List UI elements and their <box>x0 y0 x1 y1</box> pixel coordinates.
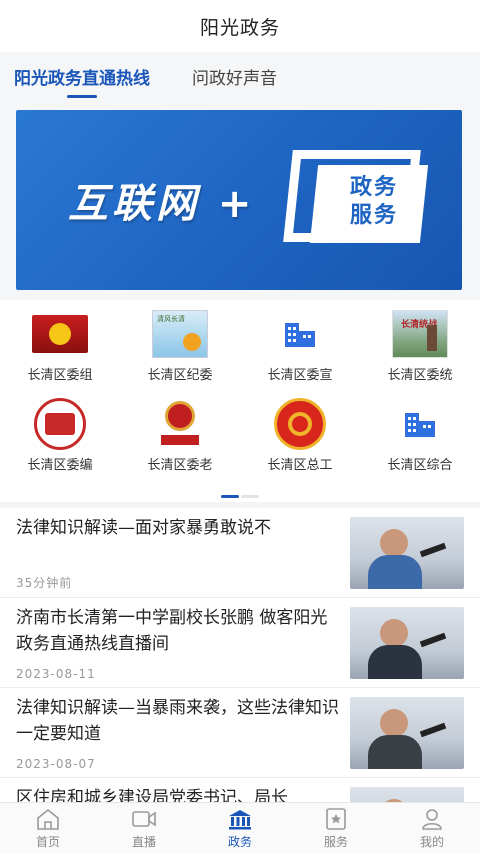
organization-badge-icon <box>32 398 88 450</box>
grid-item-label: 长清区委统 <box>387 368 453 383</box>
grid-item-discipline[interactable]: 清风长清 长清区纪委 <box>120 310 240 400</box>
grid-item-label: 长清区总工 <box>267 458 333 473</box>
news-text: 法律知识解读—面对家暴勇敢说不 35分钟前 <box>16 515 350 591</box>
page-indicator <box>0 490 480 502</box>
grid-item-establishment[interactable]: 长清区委编 <box>0 398 120 490</box>
star-bookmark-icon <box>326 808 346 830</box>
tabbar-label: 政务 <box>227 835 252 849</box>
banner[interactable]: 互联网 + 政务 服务 <box>16 110 462 290</box>
grid-item-united-front[interactable]: 长清统战 长清区委统 <box>360 310 480 400</box>
grid-item-label: 长清区综合 <box>387 458 453 473</box>
list-item[interactable]: 法律知识解读—当暴雨来袭，这些法律知识一定要知道 2023-08-07 <box>0 688 480 778</box>
party-flag-icon <box>32 310 88 358</box>
banner-text: 互联网 + <box>68 181 256 227</box>
building-icon <box>392 400 448 448</box>
department-grid: 长清区委组 清风长清 长清区纪委 长清区委宣 长清统战 长清区委统 长清区委编 … <box>0 300 480 490</box>
tabbar-item-home[interactable]: 首页 <box>0 803 96 854</box>
government-building-icon <box>229 810 251 830</box>
bottom-tab-bar: 首页 直播 政务 服务 我的 <box>0 802 480 854</box>
trade-union-icon <box>272 398 328 450</box>
banner-container: 互联网 + 政务 服务 <box>0 100 480 300</box>
veteran-cadre-icon <box>152 400 208 448</box>
tabbar-label: 首页 <box>35 835 60 849</box>
video-camera-icon <box>132 811 156 827</box>
tabbar-label: 直播 <box>131 835 156 849</box>
grid-item-veteran-cadre[interactable]: 长清区委老 <box>120 400 240 490</box>
grid-item-label: 长清区纪委 <box>147 368 213 383</box>
banner-box-line-1: 政务 <box>349 175 398 200</box>
tabbar-label: 我的 <box>419 835 444 849</box>
tab-sunshine-hotline[interactable]: 阳光政务直通热线 <box>14 52 150 100</box>
tab-bar: 阳光政务直通热线 问政好声音 <box>0 52 480 100</box>
grid-item-label: 长清区委宣 <box>267 368 333 383</box>
news-headline: 法律知识解读—面对家暴勇敢说不 <box>16 517 271 538</box>
tabbar-item-service[interactable]: 服务 <box>288 803 384 854</box>
united-front-photo-icon: 长清统战 <box>392 310 448 358</box>
grid-item-label: 长清区委组 <box>27 368 93 383</box>
news-date: 35分钟前 <box>16 575 73 590</box>
tabbar-item-mine[interactable]: 我的 <box>384 803 480 854</box>
grid-item-trade-union[interactable]: 长清区总工 <box>240 398 360 490</box>
tabbar-item-live[interactable]: 直播 <box>96 803 192 854</box>
grid-item-label: 长清区委老 <box>147 458 213 473</box>
list-item[interactable]: 济南市长清第一中学副校长张鹏 做客阳光政务直通热线直播间 2023-08-11 <box>0 598 480 688</box>
tab-good-voice[interactable]: 问政好声音 <box>192 52 277 100</box>
tabbar-item-government[interactable]: 政务 <box>192 803 288 854</box>
news-thumbnail <box>350 696 464 769</box>
news-date: 2023-08-07 <box>16 756 96 771</box>
news-thumbnail <box>350 606 464 679</box>
banner-box-line-2: 服务 <box>349 203 398 228</box>
discipline-photo-icon: 清风长清 <box>152 310 208 358</box>
home-icon <box>37 808 59 830</box>
news-thumbnail <box>350 516 464 589</box>
page-title: 阳光政务 <box>199 16 280 39</box>
news-date: 2023-08-11 <box>16 666 96 681</box>
news-headline: 法律知识解读—当暴雨来袭，这些法律知识一定要知道 <box>16 697 339 744</box>
news-text: 济南市长清第一中学副校长张鹏 做客阳光政务直通热线直播间 2023-08-11 <box>16 605 350 681</box>
list-item[interactable]: 法律知识解读—面对家暴勇敢说不 35分钟前 <box>0 508 480 598</box>
grid-item-label: 长清区委编 <box>27 458 93 473</box>
grid-item-publicity[interactable]: 长清区委宣 <box>240 310 360 400</box>
tabbar-label: 服务 <box>323 835 348 849</box>
grid-item-comprehensive[interactable]: 长清区综合 <box>360 400 480 490</box>
indicator-inactive <box>241 494 259 498</box>
news-text: 法律知识解读—当暴雨来袭，这些法律知识一定要知道 2023-08-07 <box>16 695 350 771</box>
top-bar: 阳光政务 <box>0 0 480 52</box>
app-screen: 阳光政务 阳光政务直通热线 问政好声音 互联网 + 政务 服务 长清区委组 清风… <box>0 0 480 854</box>
news-headline: 济南市长清第一中学副校长张鹏 做客阳光政务直通热线直播间 <box>16 607 328 654</box>
banner-box-text: 政务 服务 <box>334 174 414 230</box>
user-icon <box>422 809 442 830</box>
building-icon <box>272 310 328 358</box>
grid-item-organization[interactable]: 长清区委组 <box>0 310 120 400</box>
indicator-active <box>221 494 239 498</box>
